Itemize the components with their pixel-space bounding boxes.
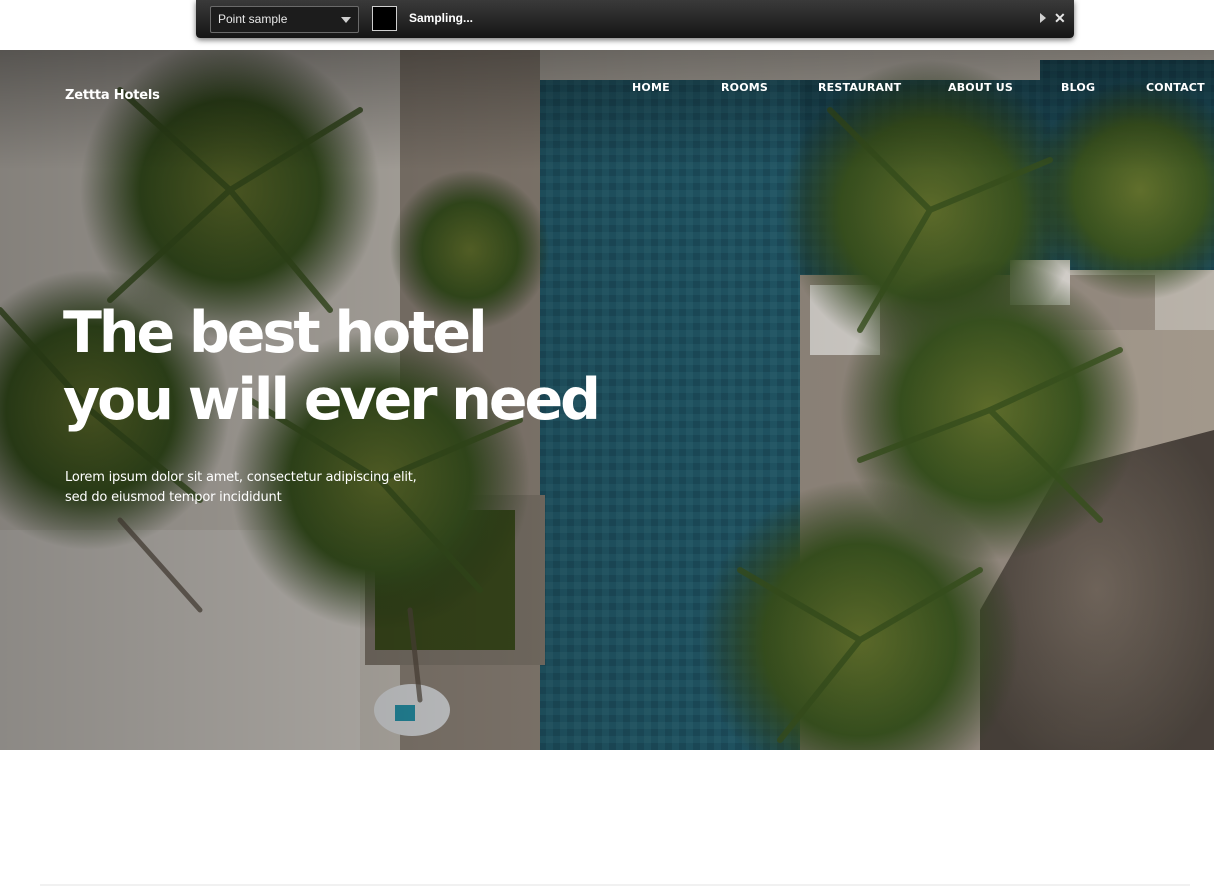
close-icon[interactable]: ✕ [1054, 9, 1066, 27]
color-swatch[interactable] [372, 6, 397, 31]
nav-blog[interactable]: BLOG [1061, 81, 1095, 94]
nav-overlay [0, 50, 1214, 170]
sampling-status: Sampling... [409, 11, 474, 25]
sample-mode-value: Point sample [218, 12, 288, 26]
nav-restaurant[interactable]: RESTAURANT [818, 81, 901, 94]
hero-headline: The best hotel you will ever need [63, 300, 601, 434]
nav-about-us[interactable]: ABOUT US [948, 81, 1013, 94]
nav-contact[interactable]: CONTACT [1146, 81, 1205, 94]
hero-headline-line1: The best hotel [63, 300, 488, 366]
sampling-toolbar: Point sample Sampling... ✕ [196, 0, 1074, 38]
chevron-down-icon [341, 17, 351, 23]
section-divider [40, 884, 1190, 886]
sample-mode-select[interactable]: Point sample [210, 6, 359, 33]
hero-subtext: Lorem ipsum dolor sit amet, consectetur … [65, 470, 417, 505]
brand-logo[interactable]: Zettta Hotels [65, 88, 160, 103]
hero-section: Zettta Hotels HOME ROOMS RESTAURANT ABOU… [0, 50, 1214, 750]
nav-rooms[interactable]: ROOMS [721, 81, 768, 94]
nav-home[interactable]: HOME [632, 81, 670, 94]
play-triangle-icon[interactable] [1040, 13, 1046, 23]
hero-headline-line2: you will ever need [63, 367, 601, 433]
